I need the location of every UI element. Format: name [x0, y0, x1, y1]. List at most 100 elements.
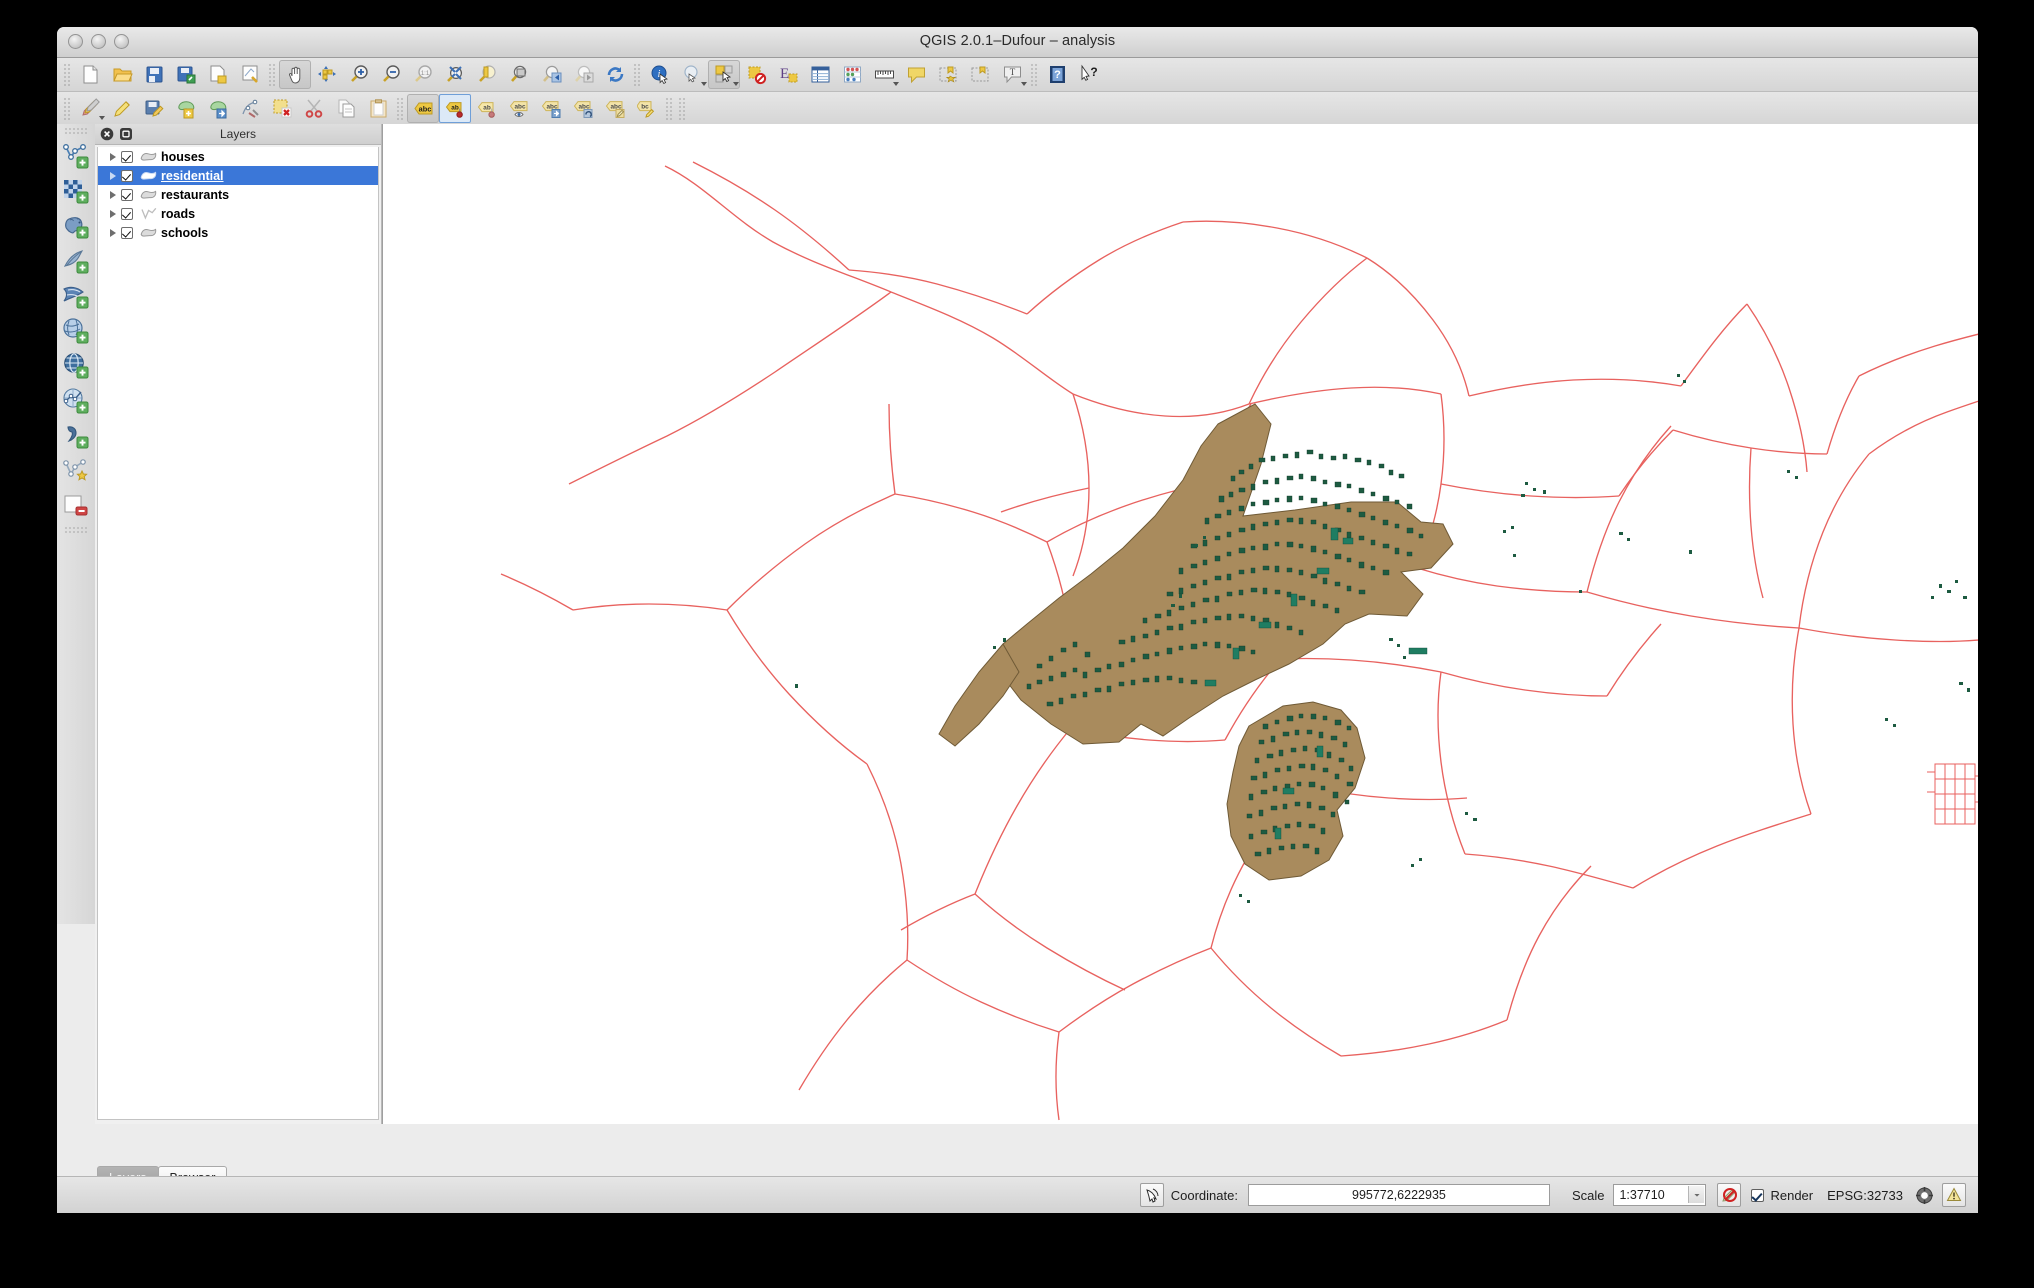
- change-label-icon[interactable]: abc: [599, 94, 631, 123]
- close-panel-icon[interactable]: [100, 127, 114, 141]
- copy-features-icon[interactable]: [330, 94, 362, 123]
- scale-combobox[interactable]: 1:37710: [1613, 1184, 1707, 1206]
- select-features-icon[interactable]: [676, 60, 708, 89]
- chevron-down-icon[interactable]: [701, 82, 707, 86]
- layer-item-schools[interactable]: schools: [98, 223, 378, 242]
- layer-item-roads[interactable]: roads: [98, 204, 378, 223]
- save-project-icon[interactable]: [138, 60, 170, 89]
- chevron-down-icon[interactable]: [99, 116, 105, 120]
- coordinate-capture-icon[interactable]: [1139, 1183, 1164, 1207]
- zoom-to-layer-icon[interactable]: [503, 60, 535, 89]
- show-hide-labels-icon[interactable]: abc: [503, 94, 535, 123]
- layer-visibility-checkbox[interactable]: [121, 207, 133, 220]
- add-feature-icon[interactable]: [170, 94, 202, 123]
- toolbar-grip[interactable]: [63, 96, 72, 121]
- edit-label-icon[interactable]: bc: [631, 94, 663, 123]
- chevron-down-icon[interactable]: [893, 82, 899, 86]
- save-project-as-icon[interactable]: [170, 60, 202, 89]
- add-vector-layer-icon[interactable]: [59, 139, 93, 173]
- pan-to-selection-icon[interactable]: [311, 60, 343, 89]
- crs-label[interactable]: EPSG:32733: [1827, 1188, 1903, 1203]
- toolbar-grip[interactable]: [678, 96, 687, 121]
- toolbar-grip[interactable]: [268, 62, 277, 87]
- expand-arrow-icon[interactable]: [106, 171, 119, 180]
- zoom-out-icon[interactable]: [375, 60, 407, 89]
- toggle-editing-icon[interactable]: [106, 94, 138, 123]
- zoom-full-icon[interactable]: [439, 60, 471, 89]
- move-feature-icon[interactable]: [202, 94, 234, 123]
- zoom-native-icon[interactable]: 1:1: [407, 60, 439, 89]
- layer-tree[interactable]: houses residential restaurants roads sch…: [97, 147, 379, 1120]
- chevron-down-icon[interactable]: [733, 82, 739, 86]
- chevron-down-icon[interactable]: [1021, 82, 1027, 86]
- add-raster-layer-icon[interactable]: [59, 174, 93, 208]
- messages-warning-icon[interactable]: [1942, 1183, 1966, 1207]
- rotate-label-icon[interactable]: abc: [567, 94, 599, 123]
- expand-arrow-icon[interactable]: [106, 209, 119, 218]
- whats-this-icon[interactable]: ?: [1073, 60, 1105, 89]
- expand-arrow-icon[interactable]: [106, 228, 119, 237]
- toolbar-grip[interactable]: [396, 96, 405, 121]
- layer-item-houses[interactable]: houses: [98, 147, 378, 166]
- zoom-last-icon[interactable]: [535, 60, 567, 89]
- new-bookmark-icon[interactable]: [932, 60, 964, 89]
- toolbar-grip[interactable]: [63, 62, 72, 87]
- layer-labeling-options-icon[interactable]: abc: [407, 94, 439, 123]
- add-wms-layer-icon[interactable]: [59, 384, 93, 418]
- refresh-icon[interactable]: [599, 60, 631, 89]
- highlight-pinned-labels-icon[interactable]: ab: [471, 94, 503, 123]
- pin-labels-icon[interactable]: ab: [439, 94, 471, 123]
- zoom-to-selection-icon[interactable]: [471, 60, 503, 89]
- show-bookmarks-icon[interactable]: [964, 60, 996, 89]
- text-annotation-icon[interactable]: T: [996, 60, 1028, 89]
- current-edits-icon[interactable]: [74, 94, 106, 123]
- node-tool-icon[interactable]: [234, 94, 266, 123]
- add-postgis-layer-icon[interactable]: [59, 209, 93, 243]
- chevron-down-icon[interactable]: [1688, 1186, 1705, 1203]
- layer-item-restaurants[interactable]: restaurants: [98, 185, 378, 204]
- toolbar-grip[interactable]: [1030, 62, 1039, 87]
- zoom-in-icon[interactable]: [343, 60, 375, 89]
- toolbar-grip[interactable]: [64, 127, 88, 136]
- identify-features-icon[interactable]: i: [644, 60, 676, 89]
- add-delimited-text-layer-icon[interactable]: [59, 419, 93, 453]
- statistics-icon[interactable]: [836, 60, 868, 89]
- layer-item-residential[interactable]: residential: [98, 166, 378, 185]
- new-shapefile-layer-icon[interactable]: [59, 454, 93, 488]
- select-by-expression-icon[interactable]: Ε: [772, 60, 804, 89]
- deselect-features-icon[interactable]: [740, 60, 772, 89]
- map-tips-icon[interactable]: [900, 60, 932, 89]
- pan-map-icon[interactable]: [279, 60, 311, 89]
- toolbar-grip[interactable]: [633, 62, 642, 87]
- delete-selected-icon[interactable]: [266, 94, 298, 123]
- save-layer-edits-icon[interactable]: [138, 94, 170, 123]
- expand-arrow-icon[interactable]: [106, 190, 119, 199]
- stop-render-icon[interactable]: [1717, 1183, 1742, 1207]
- move-label-icon[interactable]: abc: [535, 94, 567, 123]
- help-icon[interactable]: ?: [1041, 60, 1073, 89]
- add-spatialite-layer-icon[interactable]: [59, 244, 93, 278]
- toolbar-grip[interactable]: [665, 96, 674, 121]
- map-canvas[interactable]: [382, 124, 1978, 1124]
- add-mssql-layer-icon[interactable]: [59, 279, 93, 313]
- render-checkbox[interactable]: [1751, 1188, 1765, 1202]
- coordinate-input[interactable]: 995772,6222935: [1247, 1184, 1550, 1206]
- paste-features-icon[interactable]: [362, 94, 394, 123]
- cut-features-icon[interactable]: [298, 94, 330, 123]
- layer-visibility-checkbox[interactable]: [121, 169, 133, 182]
- open-project-icon[interactable]: [106, 60, 138, 89]
- toolbar-grip[interactable]: [64, 526, 88, 535]
- new-print-composer-icon[interactable]: [202, 60, 234, 89]
- add-wfs-layer-icon[interactable]: [59, 349, 93, 383]
- expand-arrow-icon[interactable]: [106, 152, 119, 161]
- remove-layer-icon[interactable]: [59, 489, 93, 523]
- select-by-area-icon[interactable]: [708, 60, 740, 89]
- measure-line-icon[interactable]: [868, 60, 900, 89]
- float-panel-icon[interactable]: [119, 127, 133, 141]
- crs-status-icon[interactable]: [1913, 1184, 1935, 1206]
- layer-visibility-checkbox[interactable]: [121, 188, 133, 201]
- new-project-icon[interactable]: [74, 60, 106, 89]
- zoom-next-icon[interactable]: [567, 60, 599, 89]
- layer-visibility-checkbox[interactable]: [121, 226, 133, 239]
- add-wcs-layer-icon[interactable]: [59, 314, 93, 348]
